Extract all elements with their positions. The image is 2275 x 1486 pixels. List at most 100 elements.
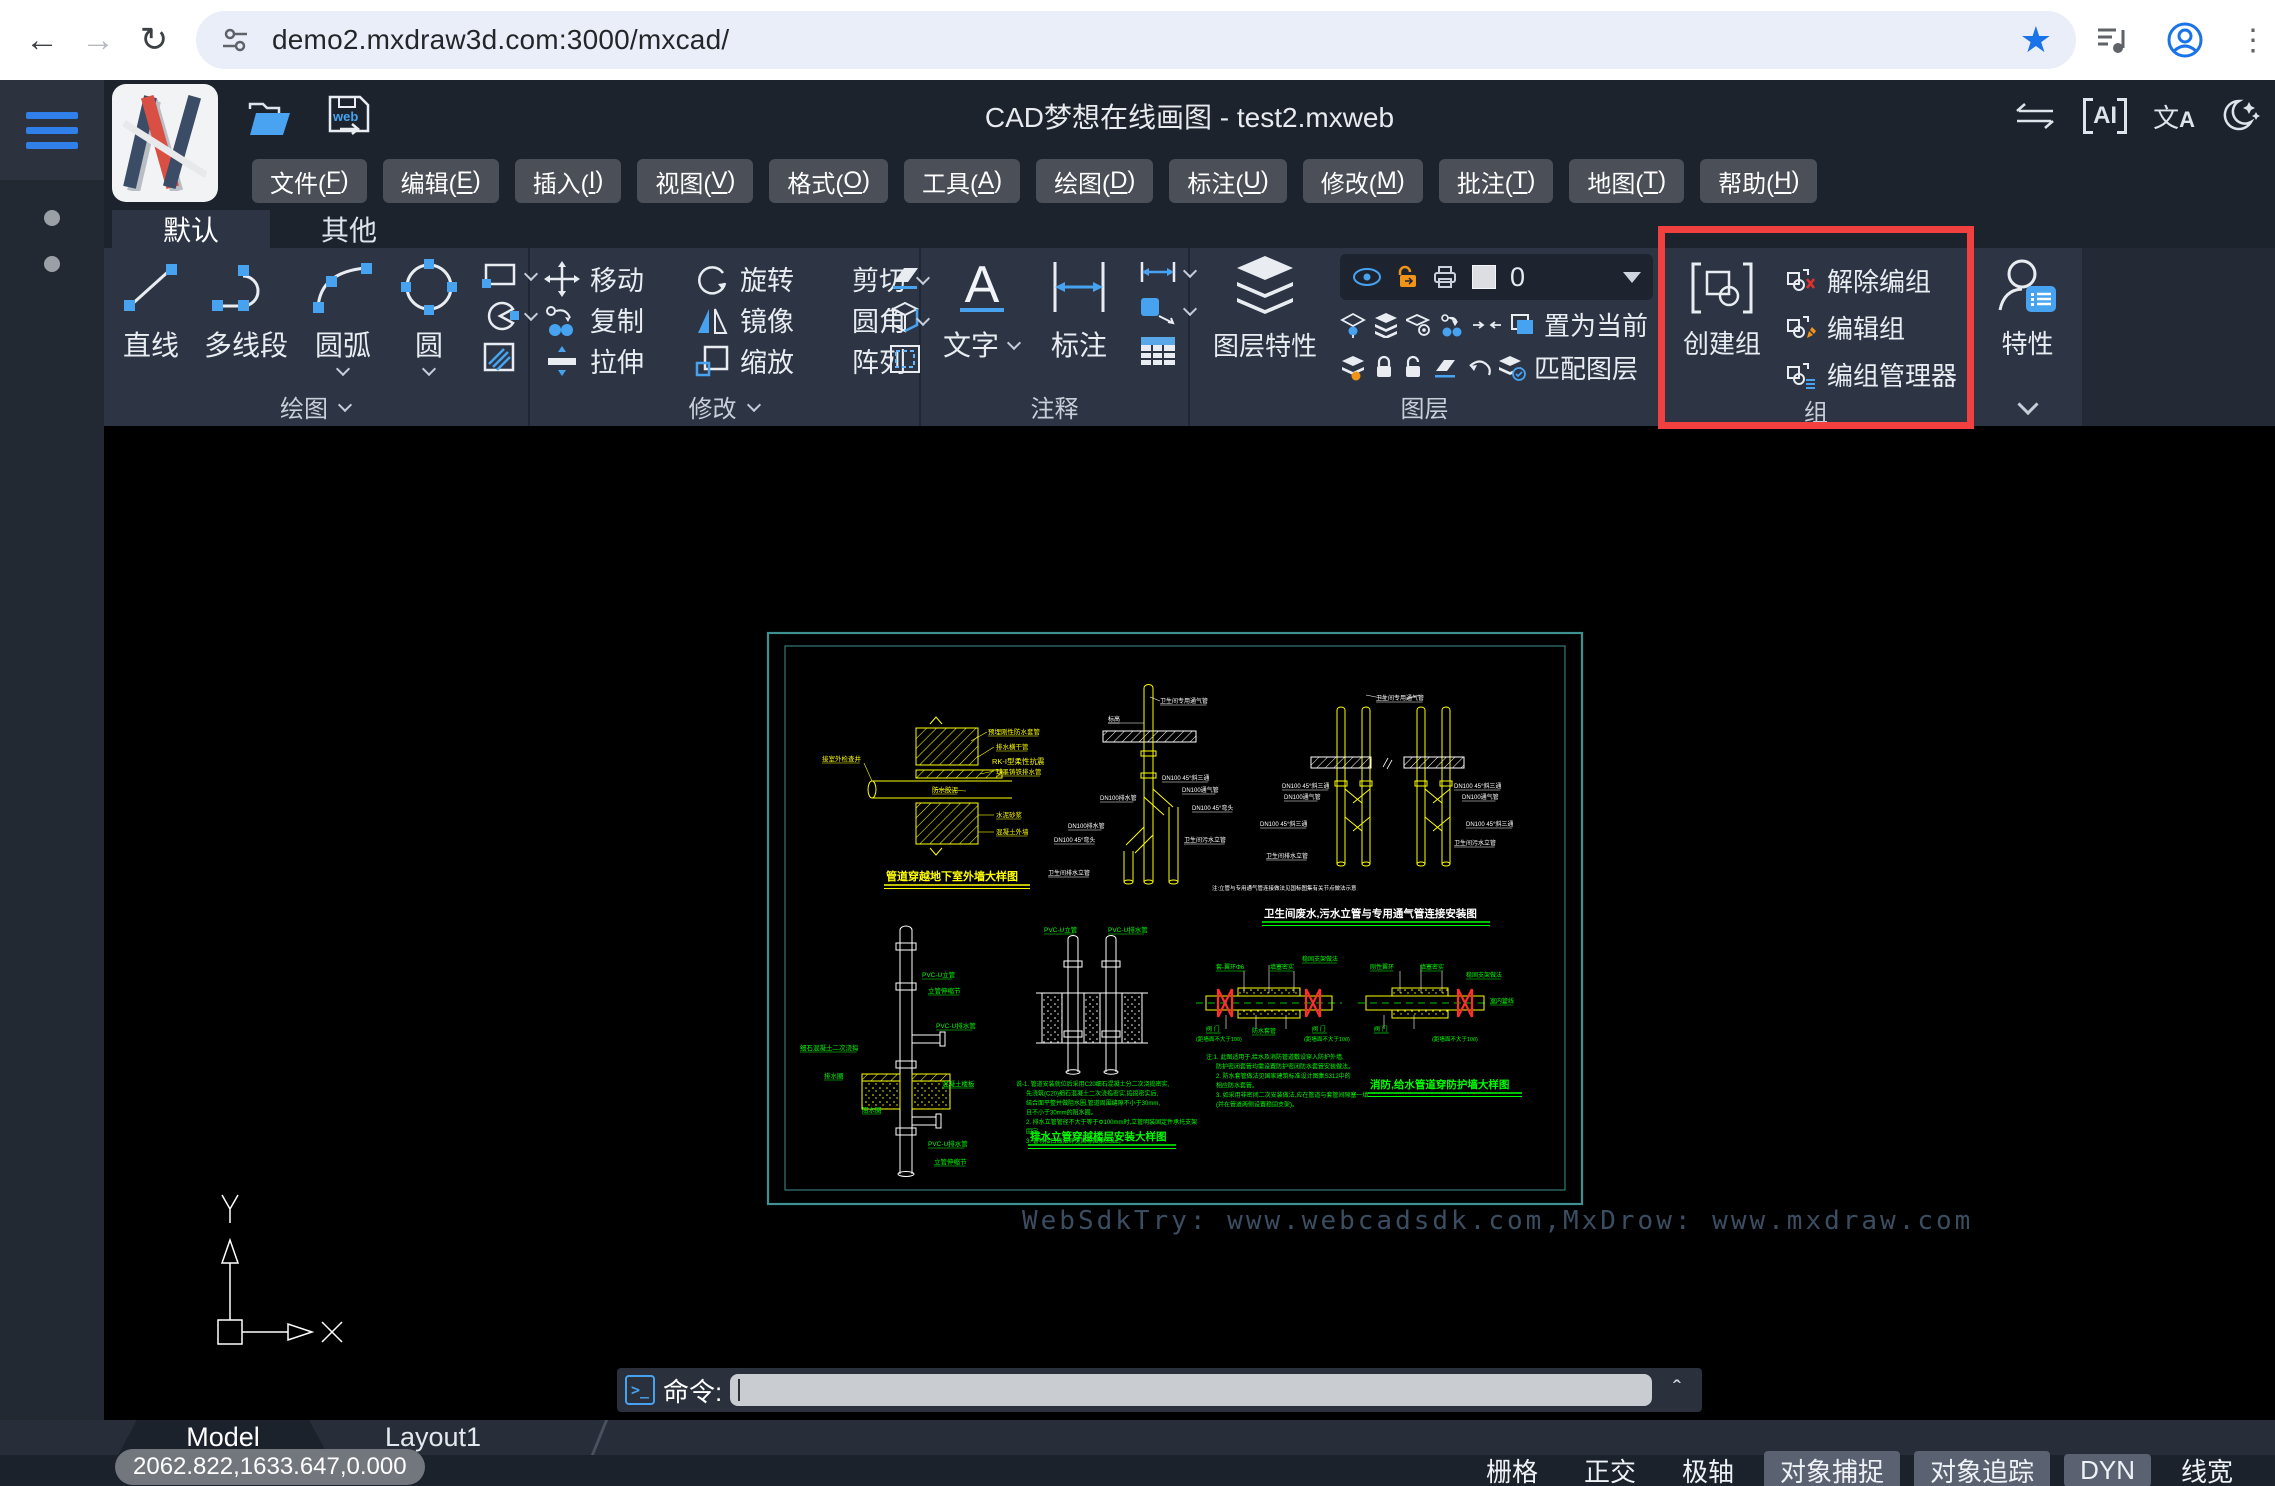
url-text[interactable]: demo2.mxdraw3d.com:3000/mxcad/ [272, 24, 729, 56]
browser-menu-icon[interactable]: ⋮ [2238, 23, 2268, 58]
layer-stack-icon[interactable] [1373, 312, 1399, 338]
site-settings-icon[interactable] [220, 25, 250, 55]
polyline-button[interactable]: 多线段 [204, 256, 288, 364]
layer-unlock-icon [1396, 265, 1418, 289]
layer-merge-icon[interactable] [1472, 314, 1502, 336]
set-current-label[interactable]: 置为当前 [1544, 306, 1648, 343]
svg-text:室内管线: 室内管线 [1490, 997, 1514, 1005]
command-input[interactable] [730, 1374, 1652, 1406]
status-toggle-6[interactable]: 线宽 [2165, 1451, 2249, 1486]
profile-icon[interactable] [2166, 21, 2204, 59]
layer-copy-icon[interactable] [1439, 312, 1465, 338]
svg-text:2. 排水立管管径不大于等于Φ100mm时,立管明装固定件承: 2. 排水立管管径不大于等于Φ100mm时,立管明装固定件承托支架 [1026, 1118, 1197, 1126]
svg-text:DN100通气管: DN100通气管 [1182, 786, 1219, 794]
menu-item-8[interactable]: 修改(M) [1303, 159, 1423, 203]
media-control-icon[interactable] [2096, 24, 2132, 56]
svg-text:阀 门: 阀 门 [1312, 1025, 1326, 1033]
copy-button[interactable]: 复制 [544, 300, 694, 339]
status-toggle-1[interactable]: 正交 [1568, 1451, 1652, 1486]
panel-caption-group[interactable]: 组 [1661, 393, 1971, 428]
unlock-icon[interactable] [1402, 355, 1424, 381]
sidebar-dot[interactable] [44, 210, 60, 226]
panel-caption-draw[interactable]: 绘图 [104, 386, 528, 426]
line-button[interactable]: 直线 [118, 256, 184, 364]
layer-settings-icon[interactable] [1406, 312, 1432, 338]
bookmark-star-icon[interactable]: ★ [2020, 19, 2052, 61]
undo-icon[interactable] [1466, 356, 1492, 380]
dim-linear-button[interactable] [1137, 258, 1197, 286]
panel-caption-modify[interactable]: 修改 [530, 386, 919, 426]
menu-item-7[interactable]: 标注(U) [1169, 159, 1286, 203]
title-bar: web CAD梦想在线画图 - test2.mxweb AI 文A [104, 80, 2275, 152]
svg-text:卫生间专用通气管: 卫生间专用通气管 [1376, 694, 1424, 702]
stretch-button[interactable]: 拉伸 [544, 341, 694, 380]
back-icon[interactable]: ← [14, 21, 70, 60]
status-toggle-4[interactable]: 对象追踪 [1914, 1451, 2050, 1486]
svg-text:卫生间废水,污水立管与专用通气管连接安装图: 卫生间废水,污水立管与专用通气管连接安装图 [1264, 907, 1477, 920]
panel-caption-layer[interactable]: 图层 [1190, 386, 1659, 426]
menu-item-11[interactable]: 帮助(H) [1700, 159, 1817, 203]
array-button[interactable]: 阵列 [842, 341, 884, 380]
svg-text:固定。: 固定。 [1026, 1128, 1044, 1136]
menu-item-1[interactable]: 编辑(E) [383, 159, 499, 203]
layer-isolate-icon[interactable] [1340, 312, 1366, 338]
create-group-button[interactable]: 创建组 [1683, 258, 1761, 361]
app-logo[interactable] [112, 84, 218, 202]
layer-dropdown[interactable]: 0 [1340, 254, 1653, 300]
address-bar[interactable]: demo2.mxdraw3d.com:3000/mxcad/ ★ [196, 11, 2076, 69]
group-manager-button[interactable]: 编组管理器 [1785, 356, 1957, 393]
scale-button[interactable]: 缩放 [694, 341, 842, 380]
arc-button[interactable]: 圆弧 [308, 256, 378, 376]
command-history-expand-icon[interactable]: ˆ [1660, 1376, 1694, 1404]
svg-text:(并在管道两侧设置稳固支架)。: (并在管道两侧设置稳固支架)。 [1216, 1101, 1298, 1109]
ai-icon[interactable]: AI [2083, 100, 2127, 132]
lock-icon[interactable] [1373, 355, 1395, 381]
menu-item-10[interactable]: 地图(T) [1569, 159, 1684, 203]
edit-group-button[interactable]: 编辑组 [1785, 309, 1957, 346]
ribbon-tab-1[interactable]: 其他 [270, 210, 428, 248]
status-toggle-5[interactable]: DYN [2064, 1454, 2151, 1486]
mirror-button[interactable]: 镜像 [694, 300, 842, 339]
status-toggle-0[interactable]: 栅格 [1470, 1451, 1554, 1486]
ribbon-collapse-button[interactable] [1973, 386, 2082, 426]
leader-button[interactable] [1137, 295, 1197, 325]
match-layer-label[interactable]: 匹配图层 [1534, 349, 1638, 386]
rotate-button[interactable]: 旋转 [694, 259, 842, 298]
layer-freeze-icon[interactable] [1340, 355, 1366, 381]
panel-caption-annotate[interactable]: 注释 [921, 386, 1188, 426]
text-button[interactable]: A 文字 [943, 256, 1021, 364]
swap-arrows-icon[interactable] [2013, 101, 2057, 131]
ribbon-tab-0[interactable]: 默认 [112, 210, 270, 248]
sidebar-dot[interactable] [44, 256, 60, 272]
status-bar: ModelLayout1 2062.822,1633.647,0.000 栅格正… [0, 1420, 2275, 1486]
layer-properties-button[interactable]: 图层特性 [1202, 254, 1328, 363]
circle-dropdown-icon[interactable] [422, 364, 436, 376]
status-toggle-3[interactable]: 对象捕捉 [1764, 1451, 1900, 1486]
menu-item-9[interactable]: 批注(T) [1439, 159, 1554, 203]
menu-item-3[interactable]: 视图(V) [637, 159, 753, 203]
reload-icon[interactable]: ↻ [126, 20, 182, 60]
menu-item-0[interactable]: 文件(F) [252, 159, 367, 203]
text-dropdown-icon[interactable] [1007, 338, 1021, 350]
table-button[interactable] [1137, 334, 1197, 368]
select-rect-icon[interactable] [886, 342, 924, 376]
forward-icon[interactable]: → [70, 21, 126, 60]
layer-erase-icon[interactable] [1431, 355, 1459, 381]
circle-button[interactable]: 圆 [398, 256, 460, 376]
dark-mode-icon[interactable] [2221, 96, 2261, 136]
menu-item-2[interactable]: 插入(I) [515, 159, 622, 203]
status-toggle-2[interactable]: 极轴 [1666, 1451, 1750, 1486]
menu-item-4[interactable]: 格式(O) [769, 159, 888, 203]
ungroup-button[interactable]: 解除编组 [1785, 262, 1957, 299]
fillet-button[interactable]: 圆角 [842, 300, 884, 339]
drawing-canvas[interactable]: 接室外检查井预埋刚性防水套管排水横干管RK-I型柔性抗震球墨铸铁排水管防水胶泥水… [104, 426, 2275, 1420]
properties-button[interactable]: 特性 [1996, 256, 2060, 361]
move-button[interactable]: 移动 [544, 259, 694, 298]
menu-item-5[interactable]: 工具(A) [904, 159, 1020, 203]
menu-item-6[interactable]: 绘图(D) [1036, 159, 1153, 203]
hamburger-menu-icon[interactable] [26, 104, 78, 157]
translate-icon[interactable]: 文A [2153, 98, 2195, 135]
dimension-button[interactable]: 标注 [1047, 256, 1111, 364]
arc-dropdown-icon[interactable] [336, 364, 350, 376]
trim-button[interactable]: 剪切 [842, 259, 884, 298]
